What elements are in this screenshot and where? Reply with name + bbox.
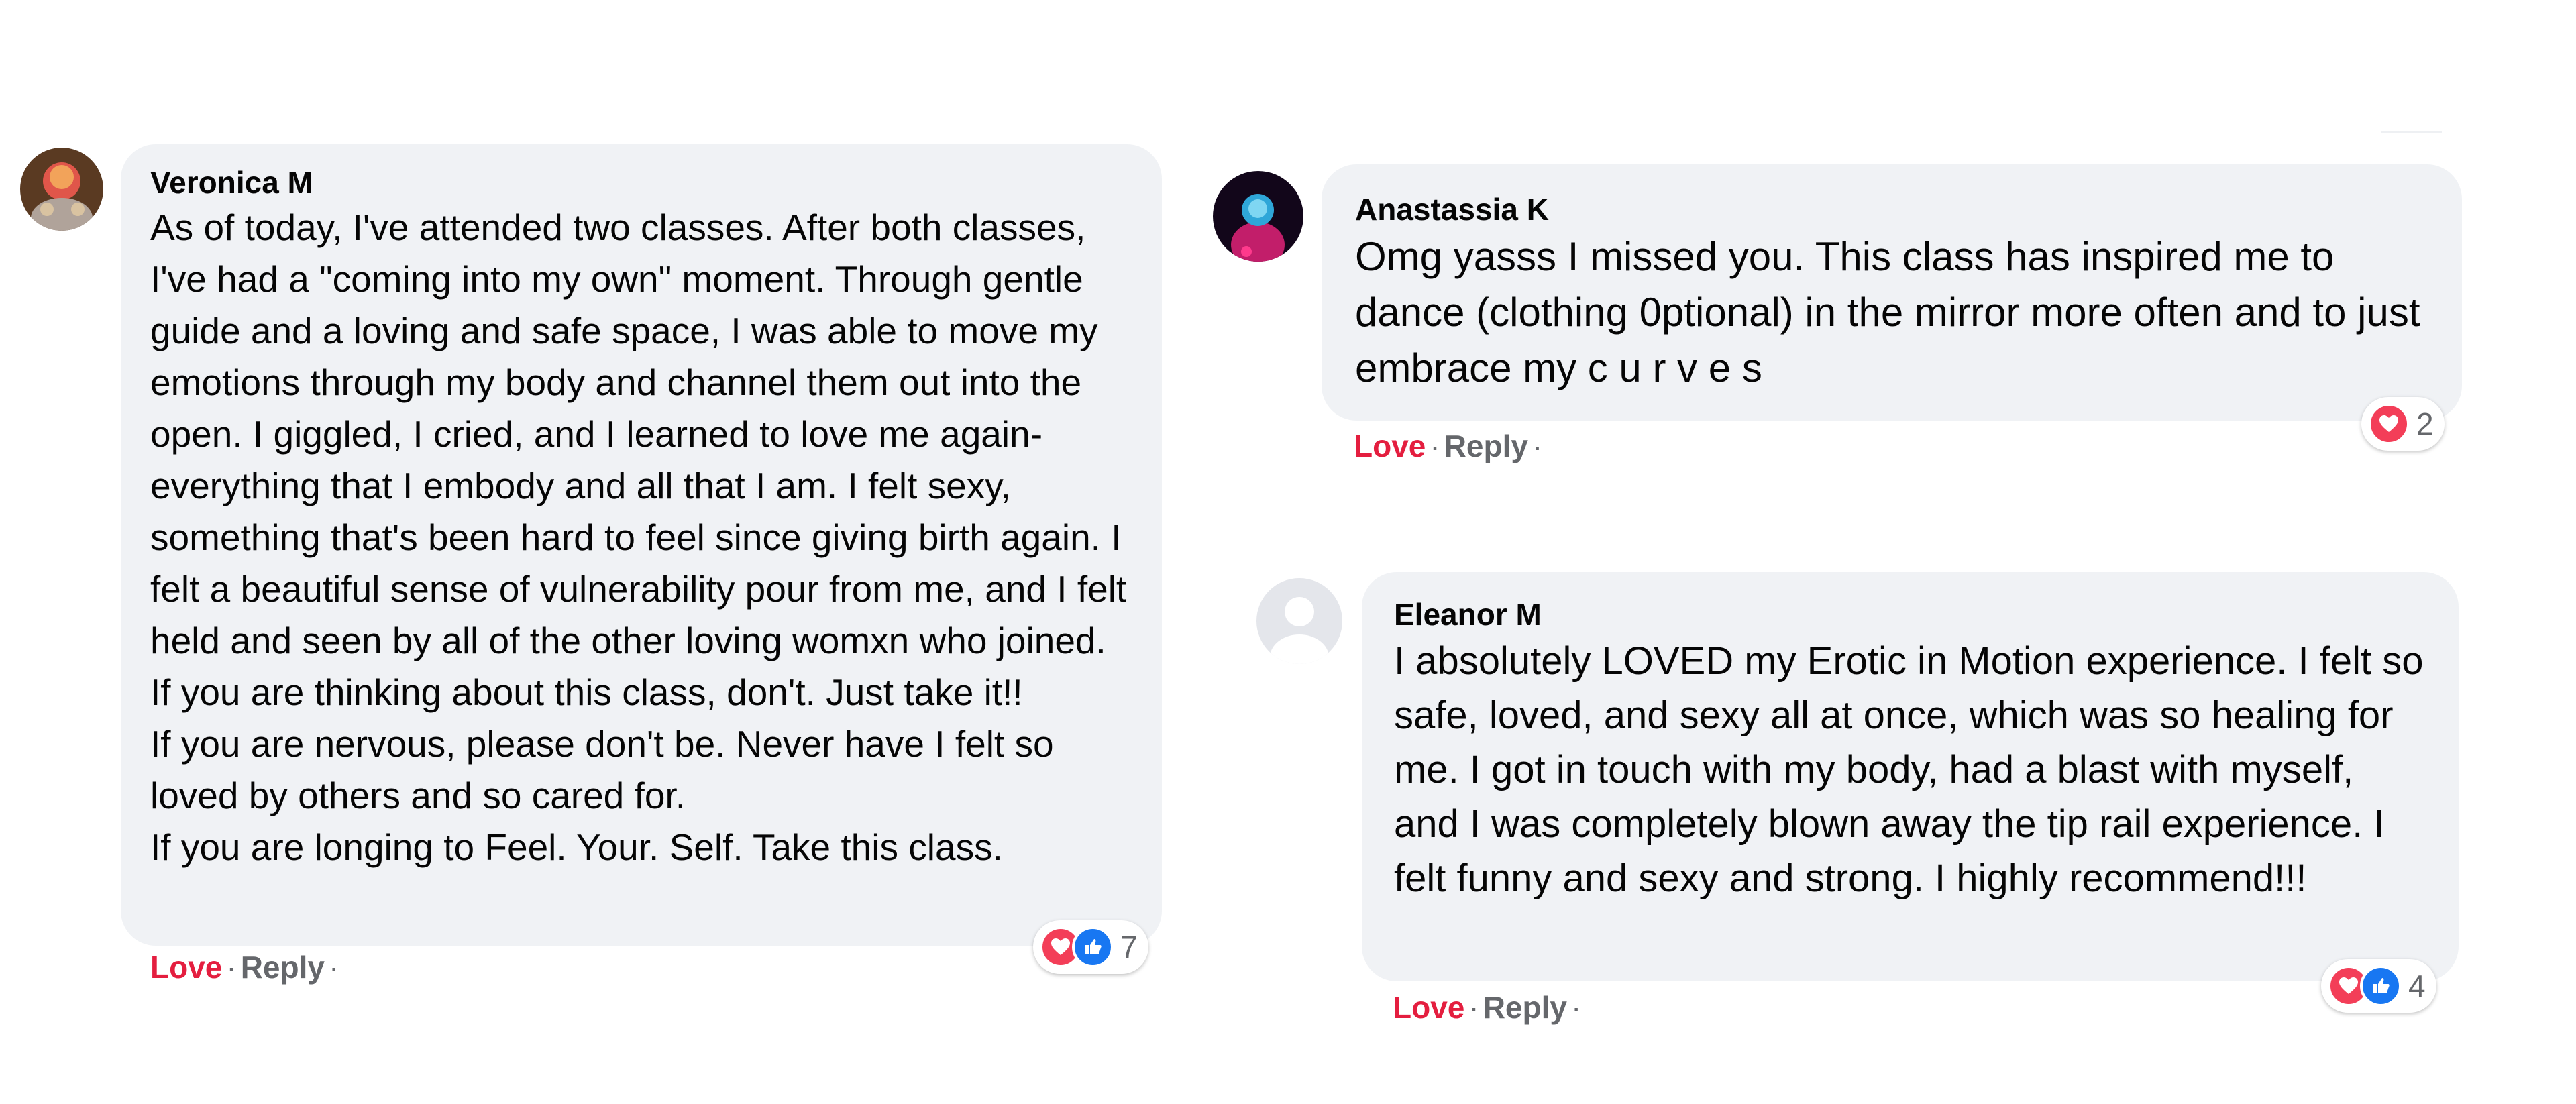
comment-paragraph: As of today, I've attended two classes. … bbox=[150, 207, 1127, 661]
comment-paragraph: If you are longing to Feel. Your. Self. … bbox=[150, 826, 1003, 868]
reply-button[interactable]: Reply bbox=[241, 950, 325, 985]
comment-paragraph: If you are nervous, please don't be. Nev… bbox=[150, 723, 1054, 816]
reaction-count: 2 bbox=[2416, 406, 2434, 441]
separator: · bbox=[328, 950, 339, 985]
comment-text: As of today, I've attended two classes. … bbox=[150, 202, 1132, 873]
comment-author[interactable]: Veronica M bbox=[150, 164, 1132, 201]
reaction-count: 7 bbox=[1120, 930, 1138, 964]
comment-bubble: Veronica M As of today, I've attended tw… bbox=[121, 144, 1162, 946]
love-icon bbox=[2368, 403, 2410, 445]
reaction-summary[interactable]: 7 bbox=[1033, 920, 1148, 974]
love-button[interactable]: Love bbox=[1354, 429, 1426, 463]
avatar[interactable] bbox=[1256, 578, 1342, 664]
avatar[interactable] bbox=[1213, 171, 1303, 262]
default-avatar-icon bbox=[1256, 578, 1342, 664]
separator: · bbox=[1430, 429, 1440, 463]
like-icon bbox=[2360, 965, 2402, 1007]
reply-button[interactable]: Reply bbox=[1444, 429, 1528, 463]
comment-paragraph: If you are thinking about this class, do… bbox=[150, 671, 1023, 713]
like-icon bbox=[1072, 926, 1114, 968]
comment-paragraph: Omg yasss I missed you. This class has i… bbox=[1355, 234, 2420, 390]
separator: · bbox=[1570, 990, 1582, 1025]
comment-bubble: Eleanor M I absolutely LOVED my Erotic i… bbox=[1362, 572, 2459, 981]
separator: · bbox=[1532, 429, 1543, 463]
comment-actions: Love · Reply · bbox=[1354, 428, 1546, 464]
separator: · bbox=[1468, 990, 1479, 1025]
comment-text: Omg yasss I missed you. This class has i… bbox=[1355, 229, 2428, 396]
love-button[interactable]: Love bbox=[1393, 990, 1464, 1025]
comment-author[interactable]: Anastassia K bbox=[1355, 191, 2428, 227]
comment-author[interactable]: Eleanor M bbox=[1394, 596, 2426, 632]
avatar-image bbox=[20, 148, 103, 231]
comment-text: I absolutely LOVED my Erotic in Motion e… bbox=[1394, 634, 2426, 905]
comment-bubble: Anastassia K Omg yasss I missed you. Thi… bbox=[1322, 164, 2462, 421]
avatar[interactable] bbox=[20, 148, 103, 231]
comment-actions: Love · Reply · bbox=[150, 949, 343, 985]
reaction-count: 4 bbox=[2408, 969, 2426, 1003]
reply-button[interactable]: Reply bbox=[1483, 990, 1567, 1025]
avatar-image bbox=[1213, 171, 1303, 262]
comment-paragraph: I absolutely LOVED my Erotic in Motion e… bbox=[1394, 639, 2424, 900]
reaction-summary[interactable]: 4 bbox=[2321, 959, 2436, 1013]
love-button[interactable]: Love bbox=[150, 950, 222, 985]
comment-actions: Love · Reply · bbox=[1393, 989, 1585, 1026]
separator: · bbox=[226, 950, 237, 985]
divider bbox=[2381, 131, 2442, 133]
reaction-summary[interactable]: 2 bbox=[2361, 397, 2445, 451]
